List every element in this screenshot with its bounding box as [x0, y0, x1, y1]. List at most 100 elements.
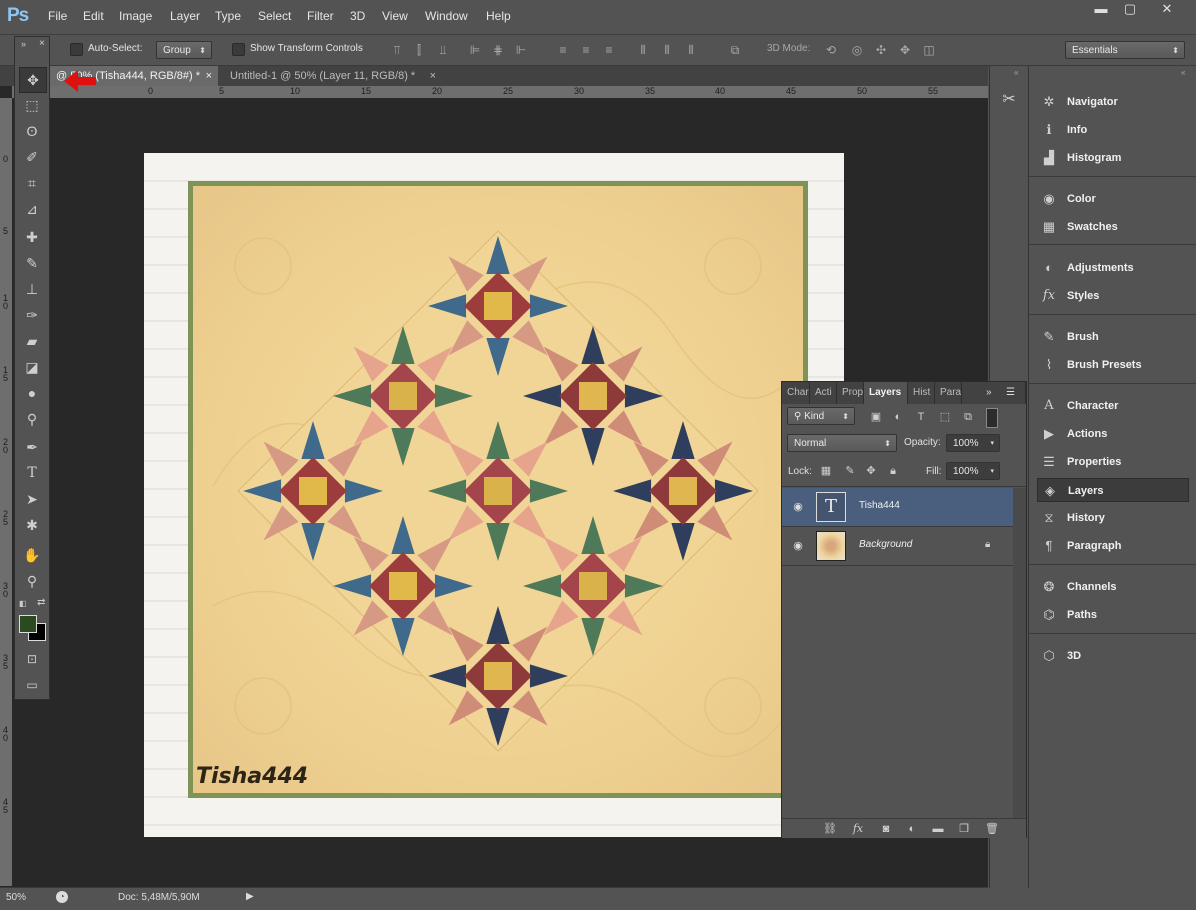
- layer-style-icon[interactable]: fx: [850, 822, 866, 836]
- menu-view[interactable]: View: [382, 9, 408, 23]
- filter-pixel-icon[interactable]: ▣: [868, 410, 884, 424]
- marquee-tool-icon[interactable]: ⬚: [19, 93, 45, 117]
- panel-brush-presets[interactable]: ⌇ Brush Presets: [1037, 353, 1189, 377]
- menu-3d[interactable]: 3D: [350, 9, 365, 23]
- status-info-icon[interactable]: ◔: [56, 891, 68, 903]
- layer-name[interactable]: Background: [859, 539, 912, 550]
- expand-dock-icon[interactable]: «: [1181, 68, 1185, 77]
- menu-edit[interactable]: Edit: [83, 9, 104, 23]
- panel-adjustments[interactable]: ◐ Adjustments: [1037, 256, 1189, 280]
- healing-brush-tool-icon[interactable]: ✚: [19, 225, 45, 249]
- panel-actions[interactable]: ▶ Actions: [1037, 422, 1189, 446]
- zoom-level[interactable]: 50%: [6, 892, 26, 903]
- tab-layers[interactable]: Layers: [864, 382, 908, 404]
- quick-select-tool-icon[interactable]: ✐: [19, 145, 45, 169]
- menu-select[interactable]: Select: [258, 9, 291, 23]
- link-layers-icon[interactable]: ⛓: [822, 822, 838, 836]
- align-vcenter-icon[interactable]: ⫿: [412, 43, 426, 57]
- paint-bucket-tool-icon[interactable]: ◪: [19, 355, 45, 379]
- menu-window[interactable]: Window: [425, 9, 468, 23]
- close-tools-icon[interactable]: ×: [39, 38, 45, 49]
- visibility-eye-icon[interactable]: ◉: [791, 500, 805, 514]
- add-mask-icon[interactable]: ◙: [878, 822, 894, 836]
- filter-type-icon[interactable]: T: [913, 410, 929, 424]
- filter-adjustment-icon[interactable]: ◐: [890, 410, 906, 424]
- lock-transparent-icon[interactable]: ▦: [818, 464, 834, 478]
- tool-presets-icon[interactable]: ✂: [997, 88, 1021, 112]
- lasso-tool-icon[interactable]: ʘ: [19, 119, 45, 143]
- default-colors-icon[interactable]: ◧: [19, 599, 27, 608]
- history-brush-tool-icon[interactable]: ✑: [19, 303, 45, 327]
- eyedropper-tool-icon[interactable]: ⊿: [19, 197, 45, 221]
- workspace-dropdown[interactable]: Essentials ⬍: [1065, 41, 1185, 59]
- panel-menu-icon[interactable]: ☰: [1006, 382, 1015, 404]
- align-left-icon[interactable]: ⊫: [468, 43, 482, 57]
- panel-paragraph[interactable]: ¶ Paragraph: [1037, 534, 1189, 558]
- auto-align-icon[interactable]: ⧉: [728, 43, 742, 57]
- tab-close-icon[interactable]: ×: [206, 66, 212, 86]
- visibility-eye-icon[interactable]: ◉: [791, 539, 805, 553]
- align-top-icon[interactable]: ⫪: [390, 43, 404, 57]
- 3d-pan-icon[interactable]: ✣: [874, 43, 888, 57]
- move-tool-icon[interactable]: ✥: [19, 67, 47, 93]
- tab-properties[interactable]: Prop: [837, 382, 864, 404]
- filter-shape-icon[interactable]: ⬚: [937, 410, 953, 424]
- tab-character[interactable]: Char: [782, 382, 810, 404]
- panel-3d[interactable]: ⬡ 3D: [1037, 644, 1189, 668]
- panel-history[interactable]: ⧖ History: [1037, 506, 1189, 530]
- maximize-button[interactable]: ▢: [1113, 0, 1147, 20]
- align-bottom-icon[interactable]: ⫫: [436, 43, 450, 57]
- panel-info[interactable]: ℹ Info: [1037, 118, 1189, 142]
- hand-tool-icon[interactable]: ✋: [19, 543, 45, 567]
- auto-select-checkbox[interactable]: [70, 43, 83, 56]
- collapse-tools-icon[interactable]: »: [21, 39, 26, 49]
- tab-history[interactable]: Hist: [908, 382, 935, 404]
- panel-brush[interactable]: ✎ Brush: [1037, 325, 1189, 349]
- layer-row-background[interactable]: ◉ Background 🔒︎: [782, 527, 1013, 566]
- layers-scrollbar[interactable]: [1013, 488, 1026, 818]
- eraser-tool-icon[interactable]: ▰: [19, 329, 45, 353]
- tab-close-icon[interactable]: ×: [430, 66, 436, 86]
- type-tool-icon[interactable]: T: [19, 461, 45, 485]
- distribute-right-icon[interactable]: ⦀: [684, 43, 698, 57]
- distribute-bottom-icon[interactable]: ≡: [602, 43, 616, 57]
- 3d-rotate-icon[interactable]: ⟲: [824, 43, 838, 57]
- 3d-roll-icon[interactable]: ◎: [850, 43, 864, 57]
- panel-swatches[interactable]: ▦ Swatches: [1037, 215, 1189, 239]
- layer-name[interactable]: Tisha444: [859, 500, 900, 511]
- menu-type[interactable]: Type: [215, 9, 241, 23]
- lock-position-icon[interactable]: ✥: [863, 464, 879, 478]
- show-transform-checkbox[interactable]: [232, 43, 245, 56]
- new-layer-icon[interactable]: ❐: [956, 822, 972, 836]
- distribute-vcenter-icon[interactable]: ≡: [579, 43, 593, 57]
- zoom-tool-icon[interactable]: ⚲: [19, 569, 45, 593]
- delete-layer-icon[interactable]: 🗑︎: [984, 822, 1000, 836]
- tab-paragraph[interactable]: Para: [935, 382, 962, 404]
- shape-tool-icon[interactable]: ✱: [19, 513, 45, 537]
- menu-filter[interactable]: Filter: [307, 9, 334, 23]
- filter-toggle-switch[interactable]: [986, 408, 998, 428]
- lock-image-icon[interactable]: ✎: [842, 464, 858, 478]
- panel-properties[interactable]: ☰ Properties: [1037, 450, 1189, 474]
- expand-strip-icon[interactable]: «: [1014, 68, 1018, 77]
- menu-layer[interactable]: Layer: [170, 9, 200, 23]
- menu-image[interactable]: Image: [119, 9, 152, 23]
- path-selection-tool-icon[interactable]: ➤: [19, 487, 45, 511]
- panel-navigator[interactable]: ✲ Navigator: [1037, 90, 1189, 114]
- filter-smart-object-icon[interactable]: ⧉: [960, 410, 976, 424]
- dodge-tool-icon[interactable]: ⚲: [19, 407, 45, 431]
- lock-all-icon[interactable]: 🔒︎: [885, 464, 901, 478]
- panel-character[interactable]: A Character: [1037, 394, 1189, 418]
- menu-file[interactable]: File: [48, 9, 67, 23]
- panel-channels[interactable]: ❂ Channels: [1037, 575, 1189, 599]
- tab-actions[interactable]: Acti: [810, 382, 837, 404]
- status-menu-arrow-icon[interactable]: ▶: [246, 891, 254, 902]
- panel-paths[interactable]: ⌬ Paths: [1037, 603, 1189, 627]
- brush-tool-icon[interactable]: ✎: [19, 251, 45, 275]
- quick-mask-icon[interactable]: ⊡: [19, 647, 45, 671]
- panel-layers[interactable]: ◈ Layers: [1037, 478, 1189, 502]
- close-window-button[interactable]: ✕: [1150, 0, 1184, 20]
- foreground-color-swatch[interactable]: [19, 615, 37, 633]
- 3d-slide-icon[interactable]: ✥: [898, 43, 912, 57]
- adjustment-layer-icon[interactable]: ◐: [904, 822, 920, 836]
